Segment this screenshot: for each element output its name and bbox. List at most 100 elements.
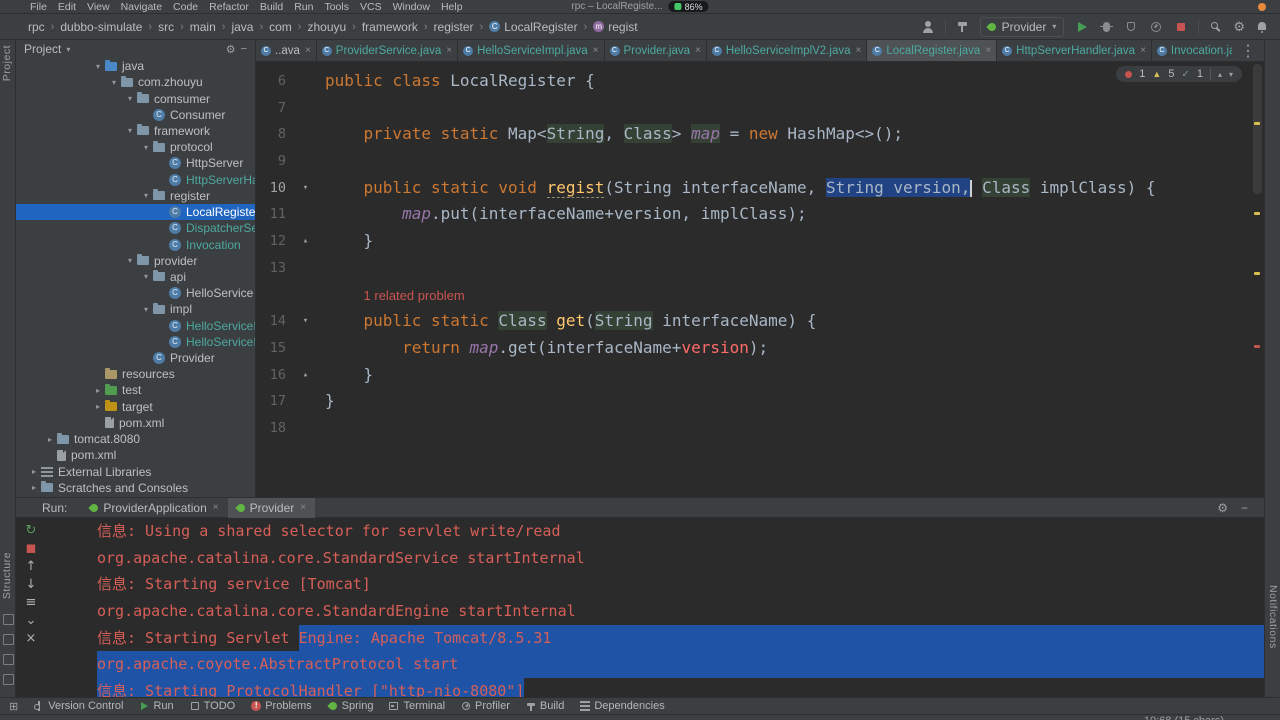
tab-overflow-icon[interactable]: ⋮ [1232, 40, 1264, 61]
chevron-right-icon[interactable]: ▸ [92, 386, 104, 395]
breadcrumb-item-localregister[interactable]: C LocalRegister [489, 20, 578, 34]
build-hammer-icon[interactable] [955, 19, 971, 35]
debug-button[interactable] [1098, 19, 1114, 35]
menu-build[interactable]: Build [260, 1, 283, 13]
close-icon[interactable]: × [446, 45, 452, 56]
warning-stripe-mark[interactable] [1254, 122, 1260, 125]
breadcrumb-item-framework[interactable]: framework [362, 20, 418, 34]
chevron-right-icon[interactable]: ▸ [28, 467, 40, 476]
code-text[interactable]: 1 related problem [325, 282, 1250, 309]
close-icon[interactable]: × [985, 45, 991, 56]
code-text[interactable]: public class LocalRegister { [325, 68, 1250, 95]
code-text[interactable] [325, 255, 1250, 282]
tree-item-provider[interactable]: ▾ provider [16, 253, 255, 269]
menu-window[interactable]: Window [393, 1, 430, 13]
fold-up-icon[interactable]: ▴ [286, 228, 325, 255]
toolwindow-button-dependencies[interactable]: Dependencies [580, 700, 665, 712]
tree-item-resources[interactable]: resources [16, 366, 255, 382]
scroll-end-icon[interactable]: ⌄ [26, 614, 37, 627]
run-tab-provider[interactable]: Provider × [227, 497, 316, 518]
tree-item-invocation[interactable]: C Invocation [16, 236, 255, 252]
chevron-down-icon[interactable]: ▾ [140, 143, 152, 152]
toolwindow-button-problems[interactable]: Problems [251, 700, 312, 712]
code-text[interactable]: public static Class get(String interface… [325, 308, 1250, 335]
user-icon[interactable] [920, 19, 936, 35]
clear-icon[interactable]: × [26, 632, 37, 645]
toolwindow-button-profiler[interactable]: Profiler [461, 700, 510, 712]
toolwindow-button-todo[interactable]: TODO [190, 700, 235, 712]
tree-item-provider[interactable]: C Provider [16, 350, 255, 366]
notifications-icon[interactable] [1254, 19, 1270, 35]
close-icon[interactable]: × [300, 502, 306, 513]
toolwindow-button-build[interactable]: Build [526, 700, 564, 712]
stop-icon[interactable]: ◼ [26, 542, 37, 555]
scrollbar-thumb[interactable] [1253, 64, 1262, 194]
fold-down-icon[interactable]: ▾ [286, 308, 325, 335]
breadcrumb-item-rpc[interactable]: rpc [28, 20, 45, 34]
console-output[interactable]: 信息: Using a shared selector for servlet … [46, 518, 1264, 697]
tab-helloserviceimplv2-java[interactable]: C HelloServiceImplV2.java × [707, 40, 868, 61]
coverage-button[interactable] [1123, 19, 1139, 35]
tree-item-scratches-and-consoles[interactable]: ▸ Scratches and Consoles [16, 480, 255, 496]
search-icon[interactable] [1208, 19, 1224, 35]
menu-tools[interactable]: Tools [324, 1, 349, 13]
editor-scrollbar[interactable] [1250, 62, 1264, 497]
chevron-down-icon[interactable]: ▾ [124, 126, 136, 135]
toolwindow-button-run[interactable]: Run [139, 700, 174, 712]
soft-wrap-icon[interactable]: ≡ [26, 596, 37, 609]
tool-stripe-icon[interactable] [3, 614, 14, 625]
breadcrumb-item-regist[interactable]: m regist [593, 20, 638, 34]
tree-item-helloserviceimple[interactable]: C HelloServiceImple [16, 334, 255, 350]
run-button[interactable] [1073, 19, 1089, 35]
tree-item-impl[interactable]: ▾ impl [16, 301, 255, 317]
tool-stripe-icon[interactable] [3, 654, 14, 665]
tool-stripe-icon[interactable] [3, 634, 14, 645]
tree-item-consumer[interactable]: C Consumer [16, 107, 255, 123]
tree-item-java[interactable]: ▾ java [16, 58, 255, 74]
code-text[interactable] [325, 95, 1250, 122]
chevron-down-icon[interactable]: ▾ [124, 94, 136, 103]
tab-helloserviceimpl-java[interactable]: C HelloServiceImpl.java × [458, 40, 605, 61]
chevron-down-icon[interactable]: ▾ [140, 272, 152, 281]
toolwindow-button-terminal[interactable]: Terminal [389, 700, 445, 712]
hide-panel-icon[interactable]: − [241, 43, 247, 55]
chevron-right-icon[interactable]: ▸ [28, 483, 40, 492]
breadcrumb-item-zhouyu[interactable]: zhouyu [307, 20, 346, 34]
tree-item-dispatcherservle[interactable]: C DispatcherServle [16, 220, 255, 236]
gear-icon[interactable]: ⚙ [226, 43, 236, 56]
warning-stripe-mark[interactable] [1254, 272, 1260, 275]
error-stripe-mark[interactable] [1254, 345, 1260, 348]
tree-item-helloserviceimple[interactable]: C HelloServiceImple [16, 318, 255, 334]
tool-stripe-structure[interactable]: Structure [1, 552, 13, 599]
close-icon[interactable]: × [1140, 45, 1146, 56]
tree-item-httpserver[interactable]: C HttpServer [16, 155, 255, 171]
menu-code[interactable]: Code [173, 1, 198, 13]
close-icon[interactable]: × [855, 45, 861, 56]
code-text[interactable]: return map.get(interfaceName+version); [325, 335, 1250, 362]
breadcrumb-item-register[interactable]: register [434, 20, 474, 34]
tree-item-com-zhouyu[interactable]: ▾ com.zhouyu [16, 74, 255, 90]
next-problem-icon[interactable]: ▾ [1229, 70, 1233, 79]
code-text[interactable]: } [325, 228, 1250, 255]
settings-icon[interactable]: ⚙ [1233, 19, 1245, 35]
menu-vcs[interactable]: VCS [360, 1, 382, 13]
prev-problem-icon[interactable]: ▴ [1218, 70, 1222, 79]
tree-item-api[interactable]: ▾ api [16, 269, 255, 285]
close-icon[interactable]: × [305, 45, 311, 56]
tree-item-httpserverhan[interactable]: C HttpServerHan [16, 172, 255, 188]
tool-stripe-notifications[interactable]: Notifications [1267, 585, 1279, 649]
fold-down-icon[interactable]: ▾ [286, 175, 325, 202]
close-icon[interactable]: × [213, 502, 219, 513]
menu-refactor[interactable]: Refactor [209, 1, 249, 13]
code-text[interactable]: private static Map<String, Class> map = … [325, 121, 1250, 148]
stop-button[interactable] [1173, 19, 1189, 35]
tree-item-comsumer[interactable]: ▾ comsumer [16, 90, 255, 106]
code-text[interactable] [325, 148, 1250, 175]
code-text[interactable]: map.put(interfaceName+version, implClass… [325, 201, 1250, 228]
caret-position[interactable]: 10:68 (15 chars) [1144, 715, 1224, 720]
down-stack-icon[interactable]: ↓ [26, 578, 37, 591]
tree-item-pom-xml[interactable]: pom.xml [16, 447, 255, 463]
tree-item-test[interactable]: ▸ test [16, 382, 255, 398]
close-icon[interactable]: × [593, 45, 599, 56]
profiler-button[interactable] [1148, 19, 1164, 35]
